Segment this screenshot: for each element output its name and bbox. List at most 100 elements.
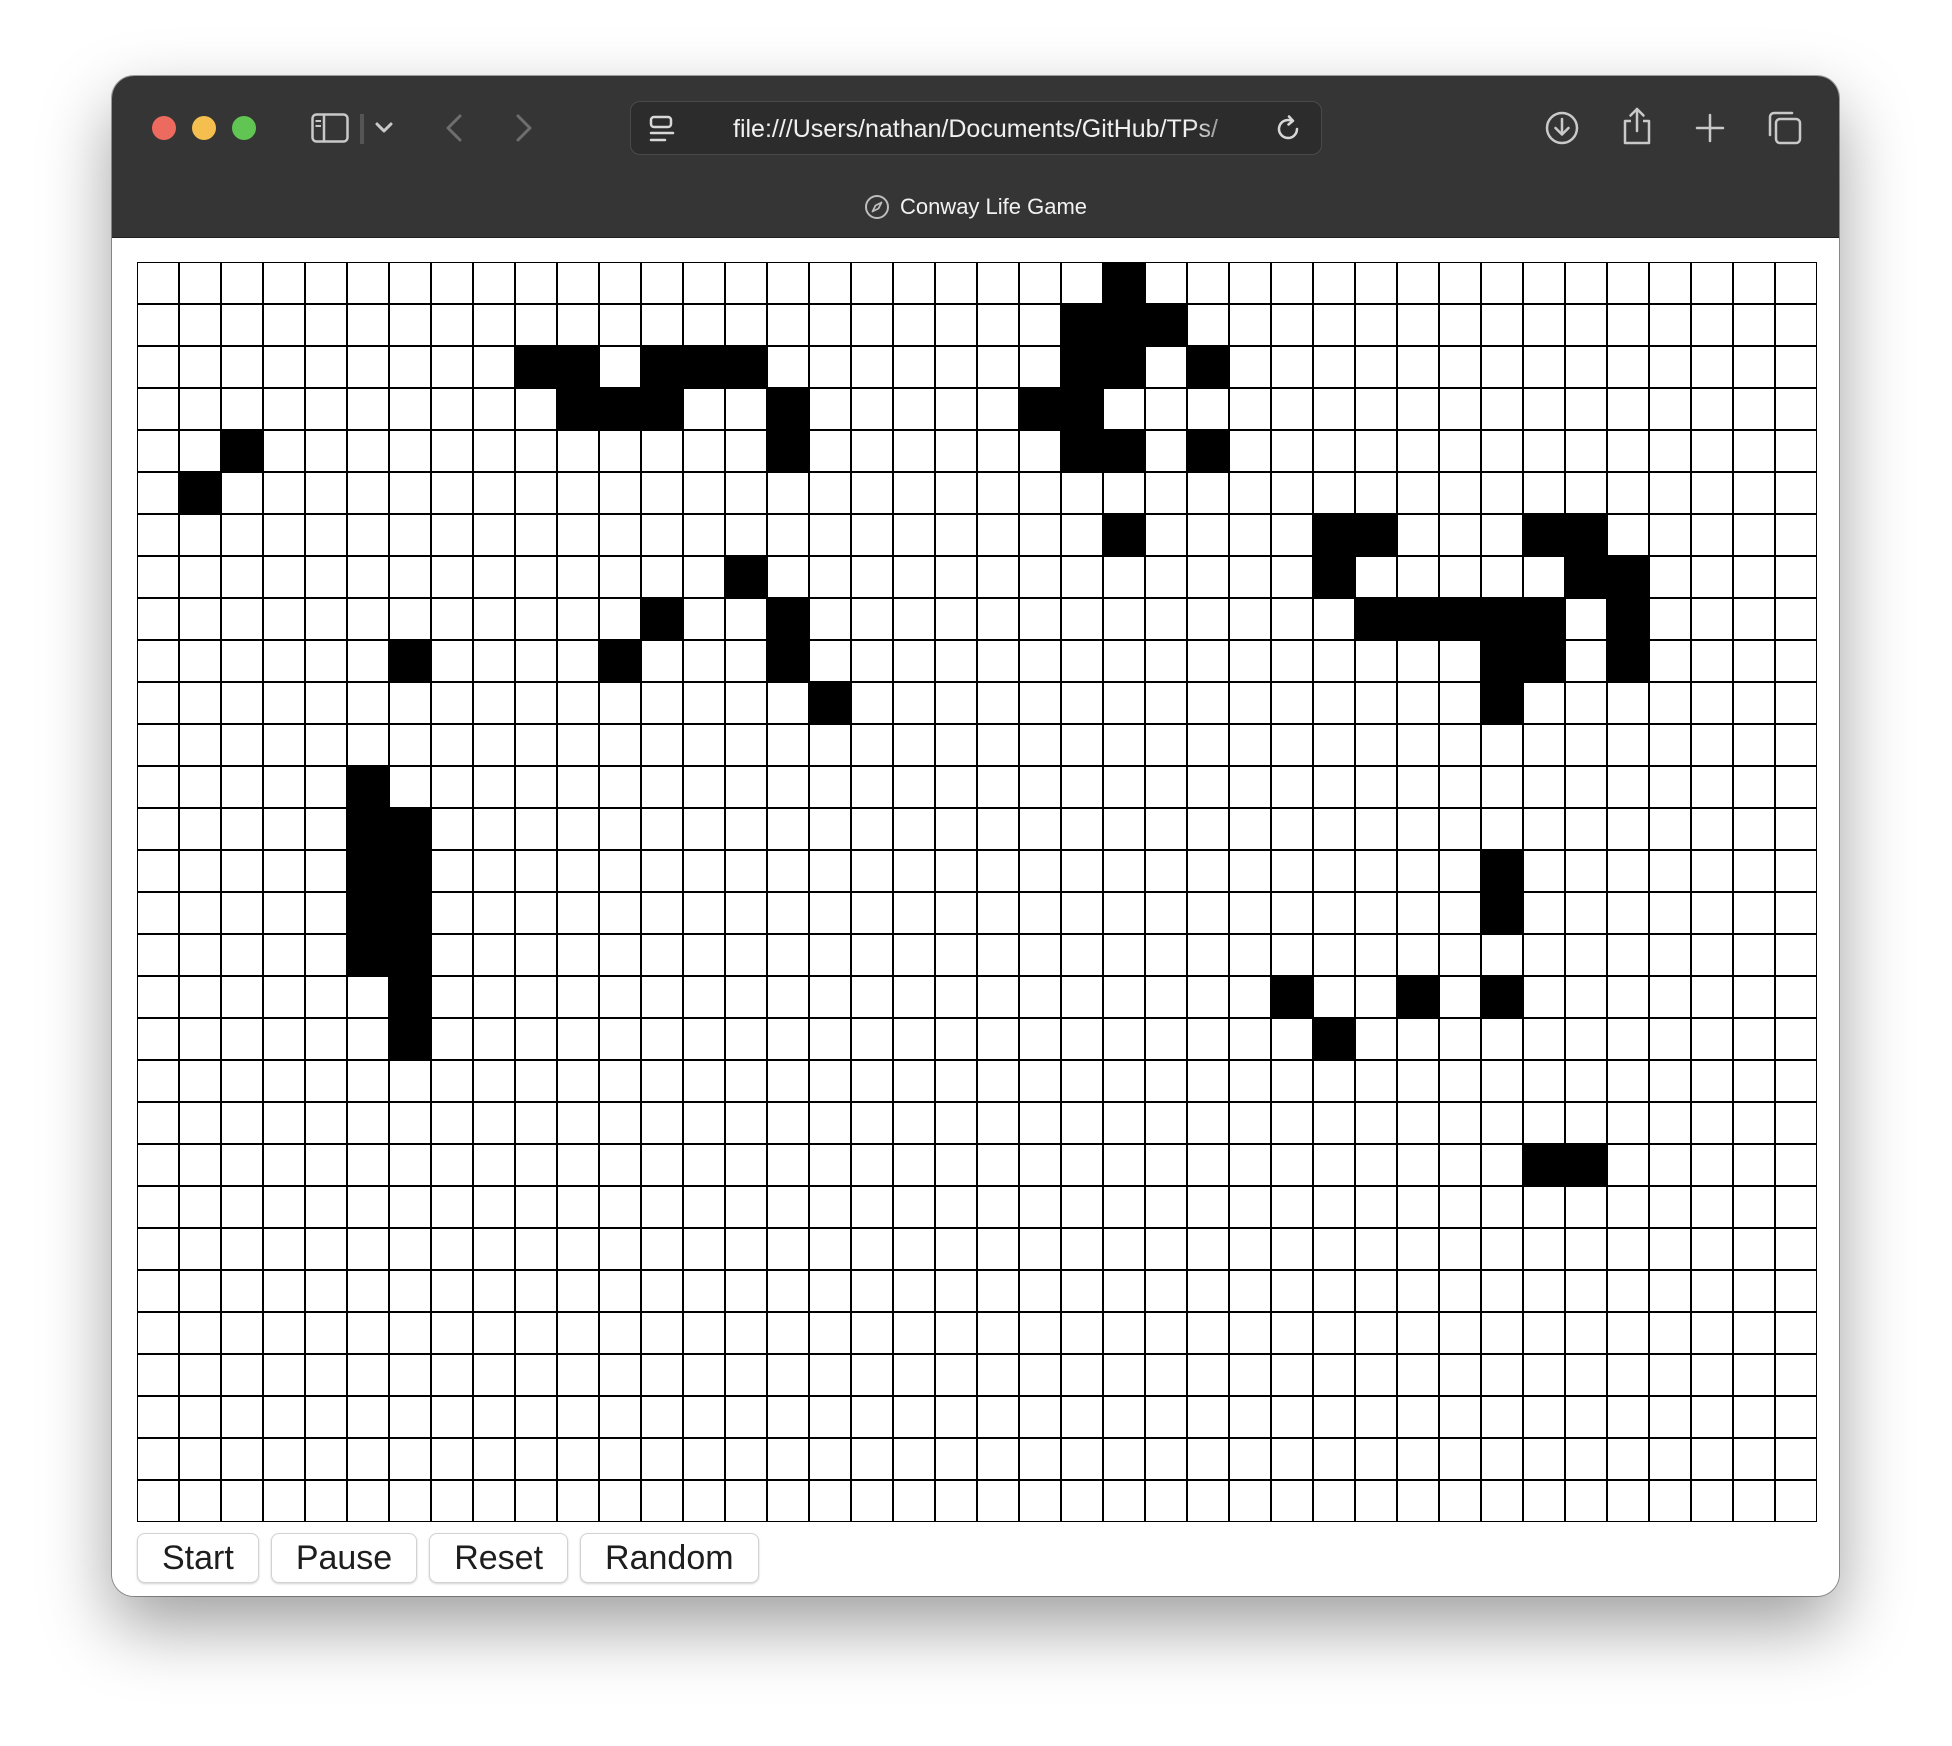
grid-cell[interactable] [430,262,474,305]
grid-cell[interactable] [1186,387,1230,431]
grid-cell[interactable] [1312,681,1356,725]
grid-cell[interactable] [1396,1143,1440,1187]
grid-cell[interactable] [1438,1227,1482,1271]
grid-cell[interactable] [808,891,852,935]
grid-cell[interactable] [1186,597,1230,641]
grid-cell[interactable] [1018,1017,1062,1061]
close-window-button[interactable] [152,116,176,140]
grid-cell[interactable] [682,429,726,473]
grid-cell[interactable] [430,849,474,893]
grid-cell[interactable] [514,807,558,851]
grid-cell[interactable] [1060,513,1104,557]
grid-cell[interactable] [850,262,894,305]
grid-cell[interactable] [346,681,390,725]
grid-cell[interactable] [304,1227,348,1271]
grid-cell-alive[interactable] [388,639,432,683]
grid-cell[interactable] [388,681,432,725]
grid-cell[interactable] [1102,849,1146,893]
grid-cell[interactable] [724,471,768,515]
grid-cell[interactable] [850,807,894,851]
grid-cell[interactable] [934,1101,978,1145]
grid-cell[interactable] [934,639,978,683]
grid-cell[interactable] [262,1395,306,1439]
grid-cell[interactable] [934,807,978,851]
grid-cell[interactable] [850,1437,894,1481]
grid-cell[interactable] [1774,429,1817,473]
grid-cell[interactable] [472,891,516,935]
grid-cell[interactable] [1606,723,1650,767]
grid-cell[interactable] [1312,891,1356,935]
grid-cell[interactable] [766,1395,810,1439]
grid-cell[interactable] [934,1185,978,1229]
grid-cell[interactable] [178,262,222,305]
grid-cell[interactable] [1228,1311,1272,1355]
grid-cell[interactable] [1648,555,1692,599]
grid-cell[interactable] [1270,471,1314,515]
grid-cell-alive[interactable] [766,429,810,473]
grid-cell[interactable] [1144,262,1188,305]
grid-cell-alive[interactable] [556,345,600,389]
grid-cell[interactable] [514,262,558,305]
grid-cell[interactable] [556,1269,600,1313]
grid-cell[interactable] [1396,1395,1440,1439]
grid-cell-alive[interactable] [556,387,600,431]
grid-cell[interactable] [1480,1059,1524,1103]
grid-cell[interactable] [1648,1395,1692,1439]
grid-cell[interactable] [1270,303,1314,347]
grid-cell[interactable] [808,723,852,767]
grid-cell[interactable] [1354,387,1398,431]
grid-cell[interactable] [1186,1269,1230,1313]
grid-cell[interactable] [1060,933,1104,977]
grid-cell[interactable] [892,345,936,389]
grid-cell[interactable] [1186,1395,1230,1439]
grid-cell[interactable] [1690,345,1734,389]
grid-cell[interactable] [220,555,264,599]
grid-cell-alive[interactable] [1102,262,1146,305]
grid-cell[interactable] [682,1353,726,1397]
grid-cell[interactable] [178,1395,222,1439]
grid-cell-alive[interactable] [1060,387,1104,431]
grid-cell[interactable] [766,1479,810,1522]
grid-cell[interactable] [934,429,978,473]
grid-cell[interactable] [1270,681,1314,725]
grid-cell[interactable] [220,1479,264,1522]
grid-cell[interactable] [1018,345,1062,389]
grid-cell[interactable] [178,891,222,935]
grid-cell[interactable] [1732,345,1776,389]
grid-cell[interactable] [1438,891,1482,935]
grid-cell[interactable] [1564,471,1608,515]
grid-cell[interactable] [1228,1017,1272,1061]
grid-cell[interactable] [262,387,306,431]
grid-cell[interactable] [137,429,180,473]
grid-cell[interactable] [304,1143,348,1187]
grid-cell[interactable] [892,849,936,893]
grid-cell[interactable] [1270,1269,1314,1313]
grid-cell[interactable] [262,1017,306,1061]
grid-cell[interactable] [388,765,432,809]
grid-cell[interactable] [892,1437,936,1481]
grid-cell[interactable] [1144,1227,1188,1271]
grid-cell[interactable] [346,1479,390,1522]
grid-cell[interactable] [472,1017,516,1061]
grid-cell[interactable] [1648,891,1692,935]
grid-cell[interactable] [178,1017,222,1061]
grid-cell[interactable] [934,303,978,347]
grid-cell[interactable] [1606,975,1650,1019]
grid-cell[interactable] [514,1395,558,1439]
grid-cell[interactable] [1018,1227,1062,1271]
grid-cell[interactable] [808,1437,852,1481]
grid-cell[interactable] [1438,1479,1482,1522]
grid-cell[interactable] [598,1059,642,1103]
grid-cell[interactable] [1690,1101,1734,1145]
grid-cell[interactable] [1060,471,1104,515]
grid-cell[interactable] [346,1311,390,1355]
grid-cell[interactable] [1312,639,1356,683]
grid-cell[interactable] [724,933,768,977]
grid-cell[interactable] [1522,345,1566,389]
grid-cell[interactable] [1018,471,1062,515]
grid-cell[interactable] [220,262,264,305]
grid-cell[interactable] [766,891,810,935]
grid-cell[interactable] [1480,807,1524,851]
grid-cell[interactable] [1438,807,1482,851]
grid-cell-alive[interactable] [1018,387,1062,431]
